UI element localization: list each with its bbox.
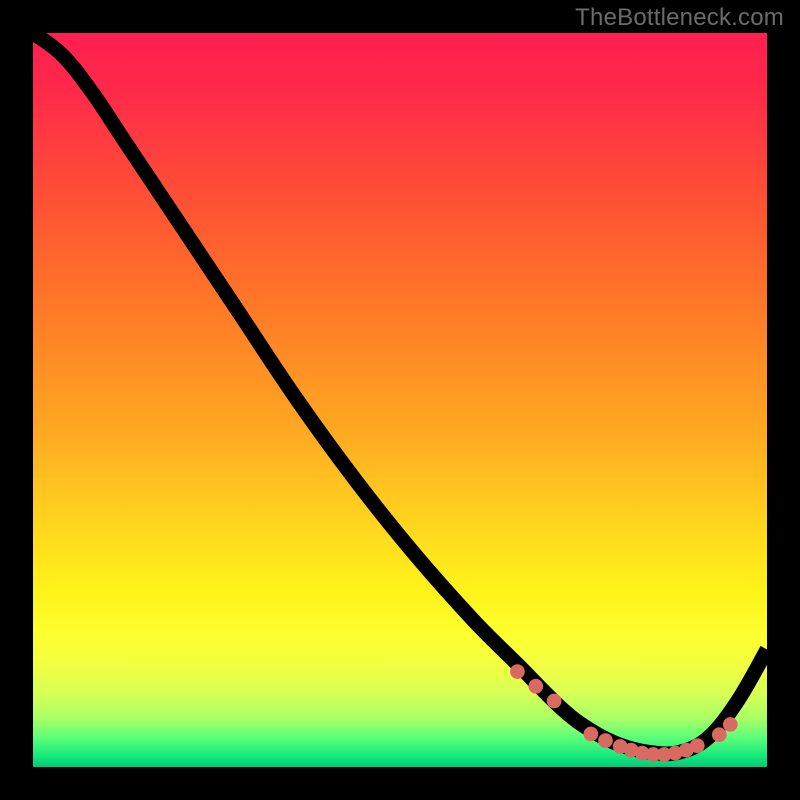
marker-dot: [584, 727, 599, 742]
marker-dot: [690, 738, 705, 753]
marker-dot: [510, 664, 525, 679]
curve-line: [33, 33, 767, 754]
marker-dot: [547, 694, 562, 709]
marker-dot: [598, 733, 613, 748]
chart-frame: TheBottleneck.com: [0, 0, 800, 800]
marker-dot: [528, 679, 543, 694]
marker-dot: [712, 727, 727, 742]
marker-dots: [510, 664, 738, 762]
marker-dot: [723, 717, 738, 732]
watermark-text: TheBottleneck.com: [575, 4, 784, 32]
chart-svg: [33, 33, 767, 767]
plot-area: [33, 33, 767, 767]
